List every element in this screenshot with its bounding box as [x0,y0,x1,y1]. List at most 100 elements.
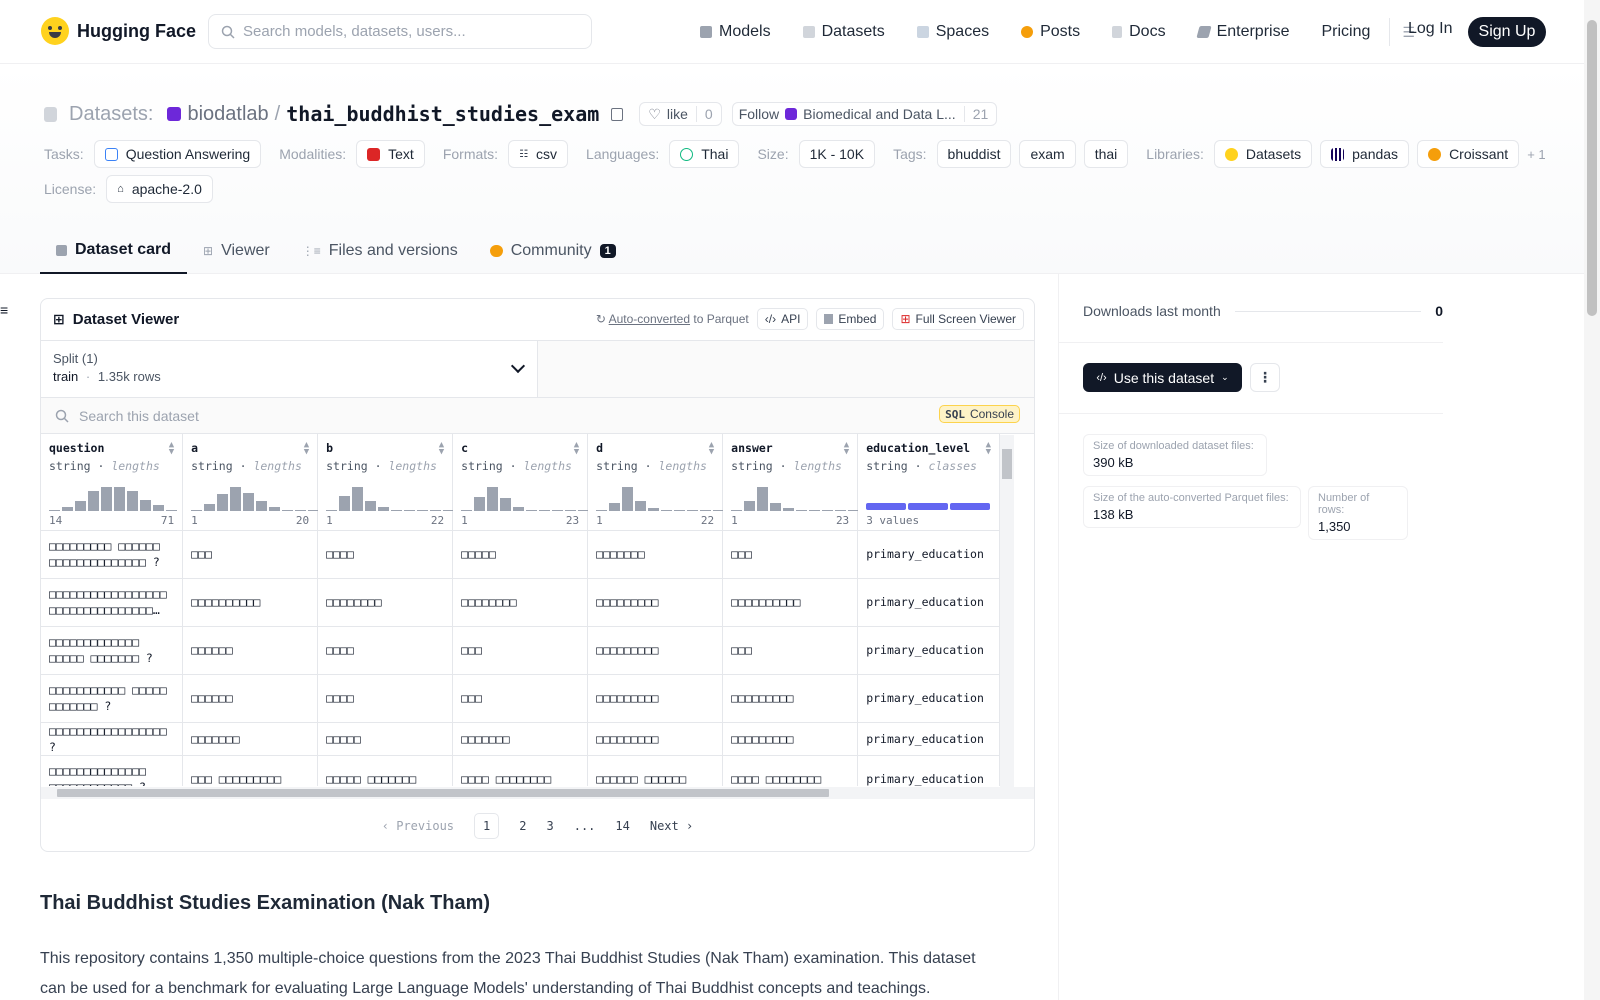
histogram-bar[interactable] [487,486,499,511]
histogram-bar[interactable] [75,500,86,511]
table-cell[interactable]: □□□□□□□□□ □□□□□□ □□□□□□□□□□□□□□ ? [41,530,184,579]
sort-icon[interactable]: ▲ ▼ [169,441,174,457]
table-cell[interactable]: □□□□□□□□□□□□□ □□□□□ □□□□□□□ ? [41,626,184,675]
copy-icon[interactable] [611,107,624,121]
table-cell[interactable]: □□□□□□□□□□□□□□□□□ ? [41,722,184,756]
histogram-bar[interactable] [191,509,203,511]
table-cell[interactable]: □□□□□ □□□□□□□ [317,755,454,786]
table-cell[interactable]: □□□□□□ [182,674,319,723]
histogram-bar[interactable] [204,503,216,511]
histogram-bar[interactable] [461,509,473,511]
vertical-scrollbar[interactable] [1000,435,1014,787]
tag-bhuddist[interactable]: bhuddist [936,140,1012,168]
sort-icon[interactable]: ▲ ▼ [574,441,579,457]
sort-icon[interactable]: ▲ ▼ [986,441,991,457]
tab-community[interactable]: Community 1 [474,228,632,274]
sql-console-button[interactable]: SQL Console [939,405,1020,423]
table-row[interactable]: □□□□□□□□□□□ □□□□□ □□□□□□□ ? □□□□□□ □□□□ □□□… [41,674,1000,723]
table-cell[interactable]: □□□ [452,626,589,675]
histogram-bar[interactable] [809,509,821,511]
column-header-c[interactable]: c string · lengths ▲ ▼ 1 23 [452,434,590,531]
table-cell[interactable]: □□□□□□□□ [317,578,454,627]
table-cell[interactable]: □□□ □□□□□□□□□ [182,755,319,786]
histogram-bar[interactable] [114,486,125,511]
split-selector[interactable]: Split (1) train · 1.35k rows [41,341,538,397]
histogram-bar[interactable] [770,502,782,511]
next-page-button[interactable]: Next › [650,819,693,833]
histogram-bar[interactable] [217,493,229,511]
embed-button[interactable]: Embed [816,308,885,330]
histogram-bar[interactable] [552,509,564,511]
language-tag[interactable]: Thai [669,140,740,168]
histogram-bar[interactable] [365,500,377,511]
histogram-bar[interactable] [391,509,403,511]
histogram-bar[interactable] [744,500,756,511]
task-tag[interactable]: Question Answering [93,140,262,168]
histogram-bar[interactable] [352,486,364,511]
table-cell[interactable]: □□□ [452,674,589,723]
library-datasets[interactable]: Datasets [1213,140,1313,168]
nav-pricing[interactable]: Pricing [1321,23,1370,41]
library-croissant[interactable]: Croissant [1417,140,1520,168]
histogram-bar[interactable] [783,507,795,511]
horizontal-scrollbar[interactable] [41,787,1034,799]
license-tag[interactable]: ⌂ apache-2.0 [106,175,213,203]
table-cell[interactable]: □□□□ [317,626,454,675]
follow-button[interactable]: Follow Biomedical and Data L... 21 [731,102,998,126]
horizontal-scroll-thumb[interactable] [57,789,829,797]
histogram-bar[interactable] [648,507,660,511]
nav-posts[interactable]: Posts [1021,23,1080,41]
table-cell[interactable]: □□□□ [317,530,454,579]
table-cell[interactable]: □□□ [182,530,319,579]
class-segment[interactable] [908,502,949,510]
table-cell[interactable]: □□□□□□□□□□ [182,578,319,627]
table-cell[interactable]: primary_education [857,626,1000,675]
table-cell[interactable]: □□□□ [317,674,454,723]
column-header-a[interactable]: a string · lengths ▲ ▼ 1 20 [182,434,320,531]
histogram-bar[interactable] [687,509,699,511]
table-cell[interactable]: □□□ [722,626,859,675]
histogram-bar[interactable] [153,504,164,511]
libraries-more[interactable]: + 1 [1527,147,1545,162]
histogram-bar[interactable] [166,509,177,511]
title-org[interactable]: biodatlab [187,103,268,126]
size-tag[interactable]: 1K - 10K [798,140,876,168]
histogram-bar[interactable] [513,506,525,511]
histogram-bar[interactable] [127,490,138,511]
table-cell[interactable]: primary_education [857,530,1000,579]
table-row[interactable]: □□□□□□□□□□□□□□□□□ □□□□□□□□□□□□□□□… □□□□□□… [41,578,1000,627]
histogram-bar[interactable] [526,509,538,511]
brand[interactable]: Hugging Face [41,17,196,45]
histogram-bar[interactable] [635,500,647,511]
histogram-bar[interactable] [596,509,608,511]
page-1[interactable]: 1 [474,813,500,839]
table-cell[interactable]: □□□□□□□□□ [587,674,724,723]
tag-thai[interactable]: thai [1083,140,1129,168]
nav-docs[interactable]: Docs [1112,23,1166,41]
table-cell[interactable]: □□□□ □□□□□□□□ [452,755,589,786]
table-cell[interactable]: □□□□□□□□□□ [722,578,859,627]
table-cell[interactable]: □□□□□□□□□ [587,578,724,627]
nav-datasets[interactable]: Datasets [802,23,885,41]
histogram-bar[interactable] [757,486,769,511]
page-2[interactable]: 2 [519,819,526,833]
table-cell[interactable]: □□□□□□□ [587,530,724,579]
table-cell[interactable]: □□□□□□ [182,626,319,675]
histogram-bar[interactable] [49,509,60,511]
class-segment[interactable] [866,502,907,510]
table-cell[interactable]: □□□□□□□□□ [587,722,724,756]
histogram-bar[interactable] [378,506,390,511]
sort-icon[interactable]: ▲ ▼ [304,441,309,457]
histogram-bar[interactable] [474,496,486,511]
histogram-bar[interactable] [256,500,268,511]
column-header-education-level[interactable]: education_level string · classes ▲ ▼ 3 value… [857,434,1000,531]
title-prefix[interactable]: Datasets: [69,103,153,126]
histogram-bar[interactable] [269,506,281,511]
use-dataset-button[interactable]: ‹/› Use this dataset ⌄ [1083,363,1242,392]
table-cell[interactable]: □□□ [722,530,859,579]
signup-button[interactable]: Sign Up [1468,17,1546,47]
library-pandas[interactable]: pandas [1320,140,1410,168]
table-cell[interactable]: □□□□□□□ [182,722,319,756]
column-header-answer[interactable]: answer string · lengths ▲ ▼ 1 23 [722,434,860,531]
histogram-bar[interactable] [835,509,847,511]
